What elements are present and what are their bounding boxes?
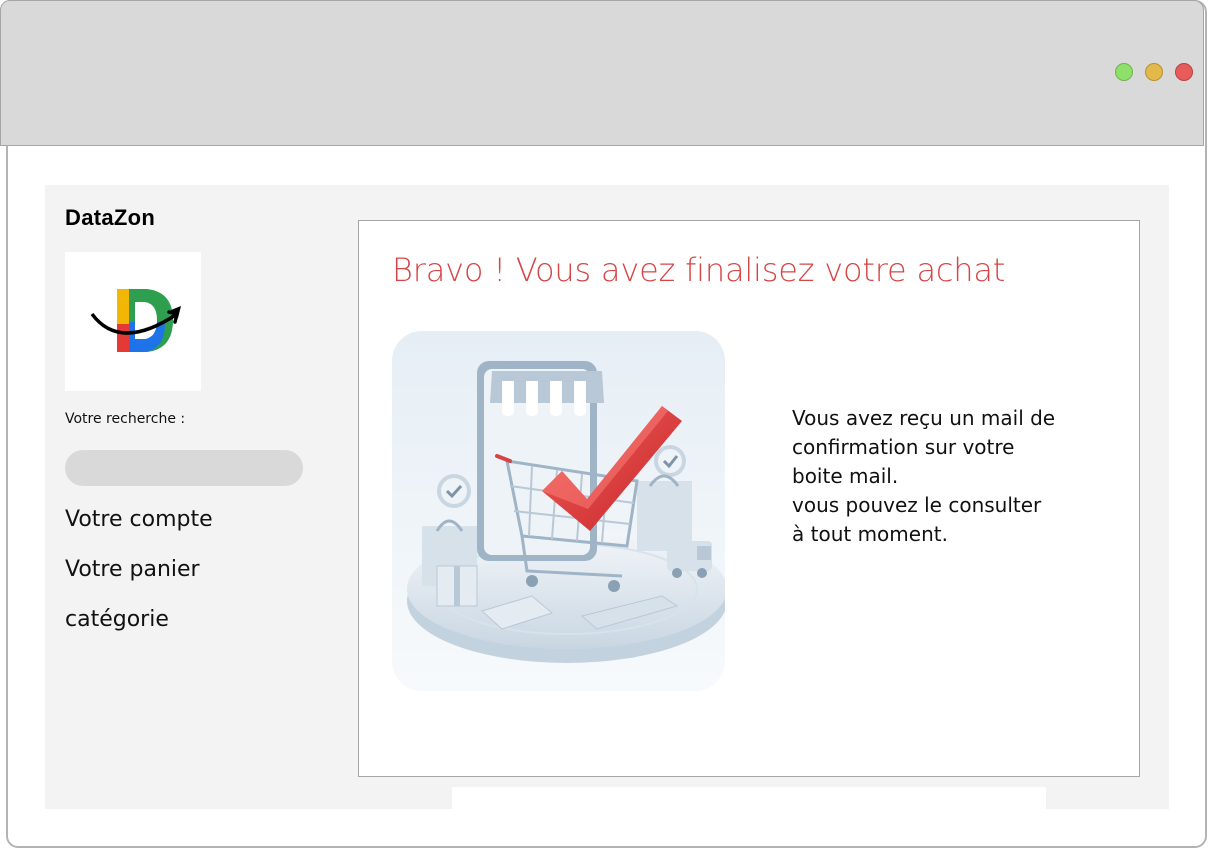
maximize-button[interactable] <box>1115 63 1133 81</box>
nav-categorie[interactable]: catégorie <box>65 607 169 632</box>
page-content: DataZon Votre recherche : Votre compte V… <box>45 185 1169 809</box>
brand-name: DataZon <box>65 205 156 230</box>
window-titlebar <box>0 0 1204 146</box>
search-label: Votre recherche : <box>65 411 186 427</box>
confirmation-message: Vous avez reçu un mail de confirmation s… <box>792 404 1092 549</box>
nav-votre-panier[interactable]: Votre panier <box>65 557 200 582</box>
footer-placeholder <box>452 787 1046 811</box>
message-line: à tout moment. <box>792 522 948 546</box>
message-line: confirmation sur votre <box>792 435 1015 459</box>
page-title: Bravo ! Vous avez finalisez votre achat <box>392 251 1006 289</box>
search-input[interactable] <box>65 450 303 486</box>
close-button[interactable] <box>1175 63 1193 81</box>
minimize-button[interactable] <box>1145 63 1163 81</box>
message-line: Vous avez reçu un mail de <box>792 406 1056 430</box>
datazon-logo-icon[interactable] <box>65 252 201 391</box>
nav-votre-compte[interactable]: Votre compte <box>65 507 213 532</box>
confirmation-card: Bravo ! Vous avez finalisez votre achat <box>358 220 1140 777</box>
message-line: boite mail. <box>792 464 899 488</box>
shopping-cart-checkmark-illustration <box>392 331 725 691</box>
message-line: vous pouvez le consulter <box>792 493 1042 517</box>
